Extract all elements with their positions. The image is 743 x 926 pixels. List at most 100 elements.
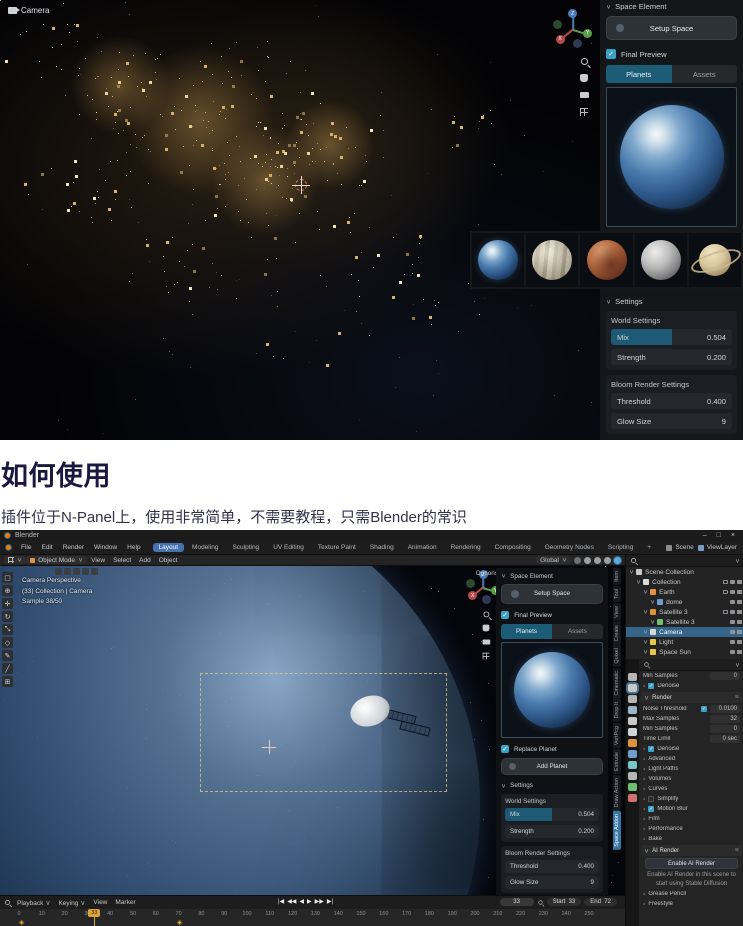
- next-keyframe-button[interactable]: ▶▶: [315, 898, 324, 905]
- gizmo-x-axis-handle[interactable]: X: [555, 34, 565, 44]
- workspace-tab-texture-paint[interactable]: Texture Paint: [312, 543, 362, 552]
- value-field[interactable]: 0 sec: [710, 735, 740, 743]
- value-field[interactable]: 0: [710, 725, 740, 733]
- minimize-button[interactable]: –: [703, 532, 707, 539]
- checkbox-checked-icon[interactable]: ✓: [501, 611, 510, 620]
- camera-toggle-icon[interactable]: [737, 630, 742, 634]
- viewport-menu-select[interactable]: Select: [109, 557, 135, 564]
- workspace-tab-uv-editing[interactable]: UV Editing: [267, 543, 310, 552]
- gizmo-y-axis-handle[interactable]: Y: [583, 28, 593, 38]
- eye-toggle-icon[interactable]: [730, 610, 735, 614]
- prop-grease-pencil-collapse[interactable]: › Grease Pencil: [639, 889, 743, 899]
- eye-toggle-icon[interactable]: [730, 620, 735, 624]
- select-box-tool[interactable]: ▢: [2, 572, 13, 583]
- prop-curves-collapse[interactable]: › Curves: [639, 784, 743, 794]
- thumbnail-moon[interactable]: [634, 233, 687, 287]
- npanel-tab-space-addon[interactable]: Space Addon: [612, 811, 621, 851]
- prop-render-section[interactable]: ∨ Render ≡: [641, 692, 742, 703]
- npanel-tab-create[interactable]: Create: [612, 621, 621, 645]
- thumbnail-earth[interactable]: [472, 233, 525, 287]
- checkbox-checked-icon[interactable]: ✓: [648, 746, 655, 752]
- gizmo-y-neg-handle[interactable]: [553, 19, 563, 29]
- thumbnail-saturn[interactable]: [688, 233, 742, 287]
- filter-icon[interactable]: ∨: [735, 557, 740, 564]
- menu-help[interactable]: Help: [122, 544, 145, 551]
- panel-menu-icon[interactable]: ≡: [735, 695, 739, 701]
- planet-preview[interactable]: [606, 87, 737, 227]
- tab-assets[interactable]: Assets: [671, 65, 737, 83]
- properties-options-icon[interactable]: ∨: [735, 661, 740, 668]
- shading-rendered-icon[interactable]: [614, 556, 621, 564]
- mix-slider[interactable]: Mix 0.504: [505, 808, 599, 822]
- output-tab-icon[interactable]: [628, 695, 637, 703]
- search-icon[interactable]: [631, 558, 636, 563]
- prop-denoise-collapse[interactable]: › ✓ Denoise: [639, 744, 743, 754]
- checkbox-checked-icon[interactable]: ✓: [606, 49, 616, 59]
- workspace-tab-geometry-nodes[interactable]: Geometry Nodes: [539, 543, 600, 552]
- maximize-button[interactable]: □: [717, 532, 721, 539]
- scene-tab-icon[interactable]: [628, 717, 637, 725]
- npanel-tab-cinematic[interactable]: Cinematic: [612, 667, 621, 699]
- prev-keyframe-button[interactable]: ◀◀: [287, 898, 296, 905]
- eye-toggle-icon[interactable]: [730, 600, 735, 604]
- disclosure-icon[interactable]: ∨: [643, 609, 648, 616]
- npanel-tab-draw-action[interactable]: Draw Action: [612, 774, 621, 811]
- keyframe-marker[interactable]: [176, 919, 183, 926]
- threshold-slider[interactable]: Threshold 0.400: [611, 393, 732, 409]
- object-tab-icon[interactable]: [628, 739, 637, 747]
- physics-tab-icon[interactable]: [628, 761, 637, 769]
- editor-type-button[interactable]: ∨: [4, 556, 27, 564]
- disclosure-icon[interactable]: ∨: [643, 639, 648, 646]
- jump-to-start-button[interactable]: |◀: [278, 898, 284, 905]
- checkbox-checked-icon[interactable]: ✓: [701, 706, 707, 712]
- outliner-row-collection[interactable]: ∨ Collection: [626, 577, 743, 587]
- eye-toggle-icon[interactable]: [730, 640, 735, 644]
- prop-min-samples-row[interactable]: Min Samples 0: [639, 724, 743, 734]
- disclosure-icon[interactable]: ∨: [650, 599, 655, 606]
- checkbox-checked-icon[interactable]: ✓: [648, 806, 655, 812]
- workspace-tab-sculpting[interactable]: Sculpting: [226, 543, 265, 552]
- camera-view-icon[interactable]: [578, 89, 590, 101]
- play-reverse-button[interactable]: ◀: [299, 898, 304, 905]
- workspace-tab-modeling[interactable]: Modeling: [186, 543, 224, 552]
- shading-solid-icon[interactable]: [594, 556, 601, 564]
- menu-render[interactable]: Render: [58, 544, 89, 551]
- camera-toggle-icon[interactable]: [737, 600, 742, 604]
- camera-toggle-icon[interactable]: [737, 620, 742, 624]
- outliner-row-space-sun[interactable]: ∨ Space Sun: [626, 647, 743, 657]
- menu-file[interactable]: File: [16, 544, 36, 551]
- gizmo-y-neg-handle[interactable]: [466, 578, 476, 588]
- disclosure-icon[interactable]: ∨: [643, 589, 648, 596]
- prop-light-paths-collapse[interactable]: › Light Paths: [639, 764, 743, 774]
- grid-icon[interactable]: [578, 106, 590, 118]
- gizmo-x-axis-handle[interactable]: X: [468, 591, 478, 601]
- camera-view-icon[interactable]: [481, 637, 491, 647]
- add-planet-button[interactable]: Add Planet: [501, 758, 603, 776]
- play-button[interactable]: ▶: [307, 898, 312, 905]
- npanel-tab-quixel[interactable]: Quixel: [612, 645, 621, 667]
- checkbox-checked-icon[interactable]: ✓: [648, 683, 655, 689]
- satellite-object[interactable]: [346, 690, 438, 754]
- npanel-tab-tool[interactable]: Tool: [612, 585, 621, 602]
- orientation-dropdown[interactable]: Global ∨: [536, 556, 571, 564]
- frame-start-field[interactable]: Start 33: [546, 898, 582, 906]
- eye-toggle-icon[interactable]: [730, 580, 735, 584]
- panel-menu-icon[interactable]: ≡: [735, 848, 739, 854]
- eye-toggle-icon[interactable]: [730, 590, 735, 594]
- disclosure-icon[interactable]: ∨: [643, 649, 648, 656]
- final-preview-row[interactable]: ✓ Final Preview: [501, 611, 603, 620]
- camera-toggle-icon[interactable]: [737, 590, 742, 594]
- workspace-tab--[interactable]: +: [641, 543, 657, 552]
- gizmo-z-neg-handle[interactable]: [572, 39, 582, 49]
- close-button[interactable]: ×: [731, 532, 735, 539]
- panel-header-settings[interactable]: ∨ Settings: [606, 297, 737, 306]
- viewlayer-chip[interactable]: ViewLayer: [697, 544, 737, 551]
- constraint-tab-icon[interactable]: [628, 772, 637, 780]
- zoom-icon[interactable]: [578, 55, 590, 67]
- timeline-menu-keying[interactable]: Keying ∨: [54, 899, 89, 907]
- disclosure-icon[interactable]: ∨: [643, 629, 648, 636]
- menu-window[interactable]: Window: [89, 544, 122, 551]
- camera-toggle-icon[interactable]: [737, 640, 742, 644]
- gizmo-z-axis-handle[interactable]: Z: [568, 9, 578, 19]
- rotate-tool[interactable]: ↻: [2, 611, 13, 622]
